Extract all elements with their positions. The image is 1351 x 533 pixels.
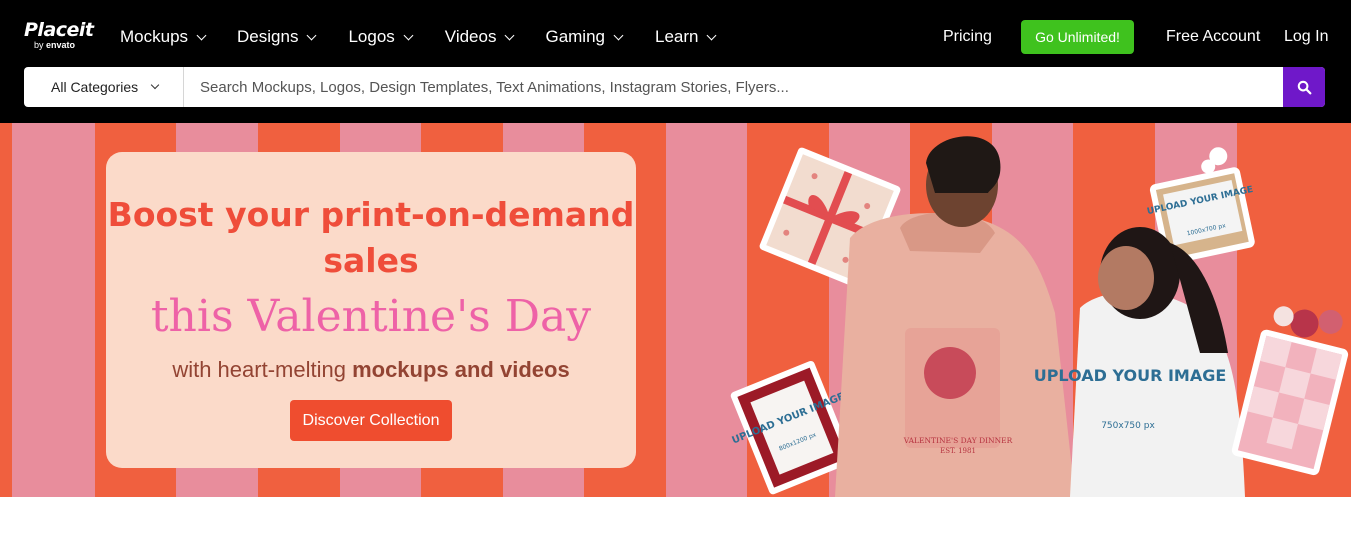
login-link[interactable]: Log In (1284, 28, 1328, 46)
search-icon (1297, 80, 1311, 94)
placeit-logo[interactable]: Placeit by envato (24, 20, 94, 50)
top-navigation-bar: Placeit by envato Mockups Designs Logos … (0, 0, 1351, 123)
logo-wordmark: Placeit (24, 19, 94, 41)
search-bar: All Categories (24, 67, 1325, 107)
nav-item-logos[interactable]: Logos (348, 26, 414, 48)
svg-text:UPLOAD YOUR IMAGE: UPLOAD YOUR IMAGE (1034, 366, 1227, 385)
discover-collection-button[interactable]: Discover Collection (290, 400, 452, 441)
go-unlimited-button[interactable]: Go Unlimited! (1021, 20, 1134, 54)
category-select[interactable]: All Categories (24, 67, 184, 107)
flower-bag-image (1231, 306, 1349, 476)
svg-text:750x750 px: 750x750 px (1101, 421, 1155, 431)
search-input[interactable] (184, 67, 1283, 107)
nav-item-mockups[interactable]: Mockups (120, 26, 207, 48)
hero-subtext: with heart-melting mockups and videos (172, 357, 570, 382)
nav-label: Mockups (120, 27, 189, 46)
chevron-down-icon (307, 30, 317, 40)
nav-item-learn[interactable]: Learn (655, 26, 717, 48)
nav-label: Learn (655, 27, 699, 46)
nav-label: Designs (237, 27, 299, 46)
search-button[interactable] (1283, 67, 1325, 107)
chevron-down-icon (505, 30, 515, 40)
chevron-down-icon (196, 30, 207, 40)
promo-card: Boost your print-on-demand sales this Va… (106, 152, 636, 468)
nav-item-gaming[interactable]: Gaming (545, 26, 624, 48)
main-nav: Mockups Designs Logos Videos Gaming Lear… (120, 26, 717, 48)
svg-text:EST. 1981: EST. 1981 (940, 447, 976, 455)
category-select-value: All Categories (51, 79, 139, 95)
hero-script-text: this Valentine's Day (150, 291, 592, 342)
nav-label: Videos (444, 27, 497, 46)
nav-item-designs[interactable]: Designs (237, 26, 317, 48)
chevron-down-icon (403, 30, 414, 40)
svg-text:VALENTINE'S DAY DINNER: VALENTINE'S DAY DINNER (903, 436, 1013, 445)
logo-byline: by envato (34, 40, 76, 50)
chevron-down-icon (150, 80, 160, 90)
nav-label: Logos (348, 27, 395, 46)
nav-label: Gaming (545, 27, 605, 46)
free-account-link[interactable]: Free Account (1166, 28, 1260, 46)
chevron-down-icon (707, 30, 717, 40)
hero-headline: Boost your print-on-demand sales (107, 195, 635, 280)
chevron-down-icon (613, 30, 624, 40)
nav-item-videos[interactable]: Videos (444, 26, 515, 48)
page-content-area (0, 497, 1351, 533)
pricing-link[interactable]: Pricing (943, 28, 992, 46)
hero-banner: UPLOAD YOUR IMAGE 1000x700 px UPLOAD YOU… (0, 123, 1351, 497)
